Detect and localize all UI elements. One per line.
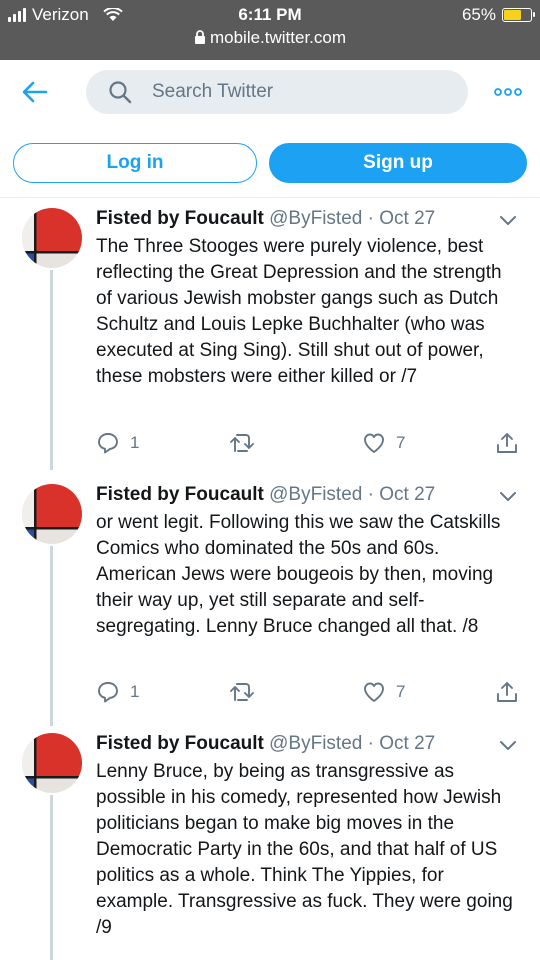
reply-button[interactable]: 1 [96, 680, 139, 704]
chevron-down-icon[interactable] [499, 214, 517, 226]
reply-button[interactable]: 1 [96, 431, 139, 455]
battery-info: 65% [461, 5, 535, 25]
heart-icon [364, 433, 384, 453]
share-icon [497, 433, 517, 453]
tweet-text: The Three Stooges were purely violence, … [96, 236, 502, 387]
separator-dot: · [367, 733, 374, 754]
tweet-text: Lenny Bruce, by being as transgressive a… [96, 761, 513, 938]
tweet-header: Fisted by Foucault @ByFisted · Oct 27 [96, 484, 435, 506]
like-button[interactable]: 7 [362, 431, 405, 455]
retweet-icon [230, 434, 254, 452]
search-box[interactable] [86, 70, 468, 114]
mondrian-avatar-image [22, 484, 82, 544]
avatar[interactable] [22, 484, 82, 544]
battery-percent: 65% [461, 5, 496, 24]
clock: 6:11 PM [238, 5, 302, 24]
reply-icon [98, 433, 118, 454]
tweet-header: Fisted by Foucault @ByFisted · Oct 27 [96, 208, 435, 230]
author-handle[interactable]: @ByFisted [269, 208, 362, 229]
separator-dot: · [367, 484, 374, 505]
author-name[interactable]: Fisted by Foucault [96, 733, 264, 754]
retweet-icon [230, 683, 254, 701]
chevron-down-icon[interactable] [499, 490, 517, 502]
retweet-button[interactable] [229, 431, 255, 455]
battery-icon [502, 8, 535, 22]
battery-level [504, 10, 521, 20]
signup-button[interactable]: Sign up [269, 143, 527, 183]
mondrian-avatar-image [22, 733, 82, 793]
tweet[interactable]: Fisted by Foucault @ByFisted · Oct 27 Le… [0, 733, 540, 960]
chevron-down-icon[interactable] [499, 739, 517, 751]
back-arrow-icon[interactable] [20, 78, 50, 106]
author-handle[interactable]: @ByFisted [269, 733, 362, 754]
search-icon [109, 81, 132, 104]
reply-count: 1 [130, 682, 140, 701]
author-name[interactable]: Fisted by Foucault [96, 208, 264, 229]
auth-bar: Log in Sign up [0, 124, 540, 198]
avatar[interactable] [22, 208, 82, 268]
share-icon [497, 682, 517, 702]
author-name[interactable]: Fisted by Foucault [96, 484, 264, 505]
heart-icon [364, 682, 384, 702]
url-bar[interactable]: mobile.twitter.com [0, 28, 540, 48]
share-button[interactable] [495, 431, 519, 455]
mondrian-avatar-image [22, 208, 82, 268]
tweet-date[interactable]: Oct 27 [379, 733, 435, 754]
tweet-actions: 1 7 [96, 431, 521, 457]
avatar[interactable] [22, 733, 82, 793]
share-button[interactable] [495, 680, 519, 704]
reply-count: 1 [130, 433, 140, 452]
author-handle[interactable]: @ByFisted [269, 484, 362, 505]
reply-icon [98, 682, 118, 703]
like-button[interactable]: 7 [362, 680, 405, 704]
lock-icon [194, 30, 205, 44]
url-text: mobile.twitter.com [209, 28, 347, 47]
more-options-icon[interactable] [494, 86, 522, 98]
tweet-date[interactable]: Oct 27 [379, 484, 435, 505]
tweet-date[interactable]: Oct 27 [379, 208, 435, 229]
tweet-header: Fisted by Foucault @ByFisted · Oct 27 [96, 733, 435, 755]
top-bar [0, 60, 540, 124]
tweet[interactable]: Fisted by Foucault @ByFisted · Oct 27 or… [0, 484, 540, 724]
retweet-button[interactable] [229, 680, 255, 704]
like-count: 7 [396, 433, 406, 452]
separator-dot: · [367, 208, 374, 229]
like-count: 7 [396, 682, 406, 701]
login-button[interactable]: Log in [13, 143, 257, 183]
tweet-text: or went legit. Following this we saw the… [96, 512, 501, 637]
search-input[interactable] [152, 70, 452, 114]
status-bar: Verizon 6:11 PM mobile.twitter.com 65% [0, 0, 540, 60]
tweet[interactable]: Fisted by Foucault @ByFisted · Oct 27 Th… [0, 208, 540, 470]
tweet-actions: 1 7 [96, 680, 521, 706]
